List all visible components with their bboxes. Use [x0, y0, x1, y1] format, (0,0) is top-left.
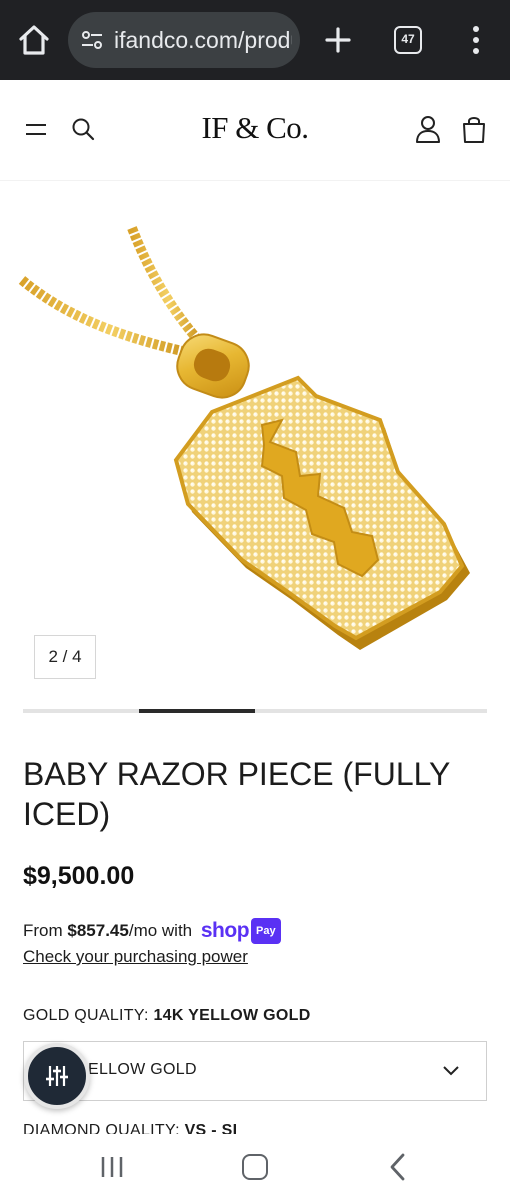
gold-quality-select[interactable]: ELLOW GOLD [23, 1041, 487, 1101]
chevron-down-icon [443, 1066, 459, 1076]
diamond-quality-label-clip: DIAMOND QUALITY: VS - SI [23, 1122, 487, 1134]
recent-apps-icon[interactable] [98, 1154, 126, 1180]
diamond-quality-label: DIAMOND QUALITY: VS - SI [23, 1122, 237, 1134]
gallery-progress-thumb[interactable] [139, 709, 255, 713]
back-nav-icon[interactable] [388, 1152, 408, 1182]
gold-quality-label: GOLD QUALITY: 14K YELLOW GOLD [23, 1006, 311, 1026]
browser-toolbar: ifandco.com/products/baby-razor-piece 47 [0, 0, 510, 80]
search-icon[interactable] [70, 116, 96, 142]
site-logo[interactable]: IF & Co. [155, 110, 355, 146]
image-counter: 2 / 4 [34, 635, 96, 679]
gold-quality-label-text: GOLD QUALITY: [23, 1007, 149, 1024]
sliders-icon [46, 1066, 68, 1086]
new-tab-icon[interactable] [322, 24, 354, 56]
product-title: BABY RAZOR PIECE (FULLY ICED) [23, 756, 450, 832]
product-gallery[interactable]: 2 / 4 [0, 180, 510, 710]
installment-amount: $857.45 [67, 921, 129, 940]
system-navigation-bar [0, 1134, 510, 1200]
installment-prefix: From [23, 921, 68, 940]
cart-icon[interactable] [460, 114, 488, 144]
account-icon[interactable] [414, 114, 442, 144]
shop-pay-logo: shop [200, 919, 250, 942]
home-nav-icon[interactable] [242, 1154, 268, 1180]
installment-suffix: /mo with [128, 921, 193, 940]
filter-floating-button[interactable] [24, 1043, 90, 1109]
address-bar[interactable]: ifandco.com/products/baby-razor-piece [68, 12, 300, 68]
product-image[interactable] [0, 180, 510, 710]
gallery-progress-track[interactable] [23, 709, 487, 713]
purchasing-power-link[interactable]: Check your purchasing power [23, 946, 248, 968]
site-settings-icon[interactable] [80, 28, 104, 52]
site-header: IF & Co. [0, 80, 510, 180]
diamond-quality-label-text: DIAMOND QUALITY: [23, 1122, 180, 1134]
gold-quality-value: 14K YELLOW GOLD [153, 1007, 311, 1024]
home-icon[interactable] [16, 22, 52, 58]
tab-switcher-button[interactable]: 47 [394, 26, 422, 54]
shop-pay-badge: Pay [251, 918, 281, 944]
diamond-quality-value: VS - SI [184, 1122, 238, 1134]
menu-icon[interactable] [24, 118, 48, 142]
gold-quality-selected: ELLOW GOLD [88, 1061, 197, 1078]
url-text[interactable]: ifandco.com/products/baby-razor-piece [114, 26, 292, 54]
more-options-icon[interactable] [466, 24, 486, 56]
installment-info: From $857.45/mo with shop Pay [23, 918, 493, 944]
product-price: $9,500.00 [23, 862, 135, 890]
